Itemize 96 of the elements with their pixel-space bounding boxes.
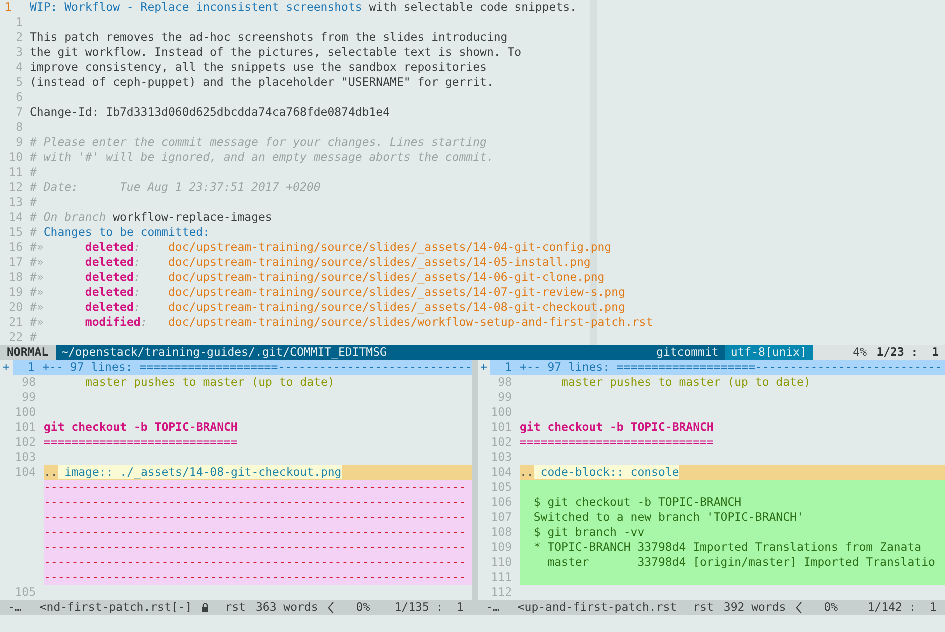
- folded-lines[interactable]: 1 +-- 97 lines: ====================---------------------------: [490, 360, 945, 375]
- mode-label: -…: [486, 600, 500, 615]
- code-line: improve consistency, all the snippets use the sandbox repositories: [30, 60, 487, 75]
- file-type: rst: [693, 600, 714, 615]
- word-count: 363 words: [256, 600, 318, 615]
- file-name: <up-and-first-patch.rst: [518, 600, 678, 615]
- file-type: rst: [225, 600, 246, 615]
- code-line: ============================: [520, 435, 715, 450]
- line-number: 104: [490, 465, 513, 480]
- file-encoding: utf-8[unix]: [724, 345, 813, 360]
- line-number: 99: [497, 390, 513, 405]
- code-line: # Please enter the commit message for your changes. Lines starting: [30, 135, 487, 150]
- line-number: 101: [14, 420, 37, 435]
- code-line: the git workflow. Instead of the pictures, selectable text is shown. To: [30, 45, 522, 60]
- line-number: 102: [14, 435, 37, 450]
- line-number: 101: [490, 420, 513, 435]
- chevron-icon: [328, 602, 334, 614]
- line-number: 3: [15, 45, 24, 60]
- word-count: 392 words: [724, 600, 786, 615]
- line-number: 102: [490, 435, 513, 450]
- file-type: gitcommit: [650, 345, 725, 360]
- chevron-icon: [796, 602, 802, 614]
- line-number: 19: [8, 285, 24, 300]
- code-line: #» deleted: doc/upstream-training/source/slides/_assets/14-08-git-checkout.png: [30, 300, 626, 315]
- line-number: 105: [14, 585, 37, 600]
- line-number: 18: [8, 270, 24, 285]
- code-line: git checkout -b TOPIC-BRANCH: [44, 420, 239, 435]
- code-line: # Changes to be committed:: [30, 225, 210, 240]
- code-line: ============================: [44, 435, 239, 450]
- mode-label: -…: [8, 600, 22, 615]
- line-number: 109: [490, 540, 513, 555]
- code-line: (instead of ceph-puppet) and the placeholder "USERNAME" for gerrit.: [30, 75, 494, 90]
- code-line: master pushes to master (up to date): [560, 375, 812, 390]
- line-number: 13: [8, 195, 24, 210]
- code-line: Change-Id: Ib7d3313d060d625dbcdda74ca768fde0874db1e4: [30, 105, 390, 120]
- code-line: #: [30, 195, 37, 210]
- code-line: git checkout -b TOPIC-BRANCH: [520, 420, 715, 435]
- line-number: 105: [490, 480, 513, 495]
- line-number: 22: [8, 330, 24, 345]
- code-line: #» deleted: doc/upstream-training/source/slides/_assets/14-04-git-config.png: [30, 240, 612, 255]
- cursor-position: 1/23 : 1: [876, 345, 940, 360]
- line-number: 112: [490, 585, 513, 600]
- folded-lines[interactable]: 1 +-- 97 lines: ====================----------------------------: [12, 360, 472, 375]
- file-path: ~/openstack/training-guides/.git/COMMIT_EDITMSG: [56, 345, 651, 360]
- line-number: 15: [8, 225, 24, 240]
- scroll-percent: 0%: [824, 600, 838, 615]
- line-number: 107: [490, 510, 513, 525]
- line-number: 21: [8, 315, 24, 330]
- cursor-position: 1/135 : 1: [394, 600, 464, 615]
- line-number: 12: [8, 180, 24, 195]
- line-number: 20: [8, 300, 24, 315]
- line-number: 98: [497, 375, 513, 390]
- code-line: WIP: Workflow - Replace inconsistent screenshots with selectable code snippets.: [30, 0, 577, 15]
- line-number: 4: [15, 60, 24, 75]
- line-number: 99: [21, 390, 37, 405]
- line-number: 1: [4, 0, 13, 15]
- code-line: This patch removes the ad-hoc screenshots from the slides introducing: [30, 30, 508, 45]
- fold-sign[interactable]: +: [478, 360, 490, 375]
- line-number: 106: [490, 495, 513, 510]
- code-line: master pushes to master (up to date): [84, 375, 336, 390]
- line-number: 100: [14, 405, 37, 420]
- line-number: 6: [15, 90, 24, 105]
- line-number: 110: [490, 555, 513, 570]
- line-number: 108: [490, 525, 513, 540]
- line-number: 100: [490, 405, 513, 420]
- code-line: #» deleted: doc/upstream-training/source/slides/_assets/14-07-git-review-s.png: [30, 285, 626, 300]
- file-name: <nd-first-patch.rst[-]: [40, 600, 192, 615]
- scroll-percent: 4%: [852, 345, 868, 360]
- line-number: 8: [15, 120, 24, 135]
- code-line: #» modified: doc/upstream-training/source/slides/workflow-setup-and-first-patch.rst: [30, 315, 654, 330]
- line-number: 2: [15, 30, 24, 45]
- mode-label: NORMAL: [0, 345, 56, 360]
- code-line: #» deleted: doc/upstream-training/source/slides/_assets/14-05-install.png: [30, 255, 591, 270]
- line-number: 1: [15, 15, 24, 30]
- line-number: 7: [15, 105, 24, 120]
- code-line: # On branch workflow-replace-images: [30, 210, 272, 225]
- line-number: 5: [15, 75, 24, 90]
- line-number: 103: [14, 450, 37, 465]
- line-number: 111: [490, 570, 513, 585]
- code-line: #» deleted: doc/upstream-training/source/slides/_assets/14-06-git-clone.png: [30, 270, 605, 285]
- code-line: #: [30, 330, 37, 345]
- fold-sign[interactable]: +: [0, 360, 13, 375]
- line-number: 17: [8, 255, 24, 270]
- cursor-position: 1/142 : 1: [868, 600, 937, 615]
- line-number: 14: [8, 210, 24, 225]
- code-line: # with '#' will be ignored, and an empty message aborts the commit.: [30, 150, 494, 165]
- line-number: 98: [21, 375, 37, 390]
- code-line: #: [30, 165, 37, 180]
- line-number: 11: [8, 165, 24, 180]
- line-number: 10: [8, 150, 24, 165]
- line-number: 104: [14, 465, 37, 480]
- code-line: # Date: Tue Aug 1 23:37:51 2017 +0200: [30, 180, 321, 195]
- line-number: 9: [15, 135, 24, 150]
- scroll-percent: 0%: [356, 600, 370, 615]
- line-number: 16: [8, 240, 24, 255]
- line-number: 103: [490, 450, 513, 465]
